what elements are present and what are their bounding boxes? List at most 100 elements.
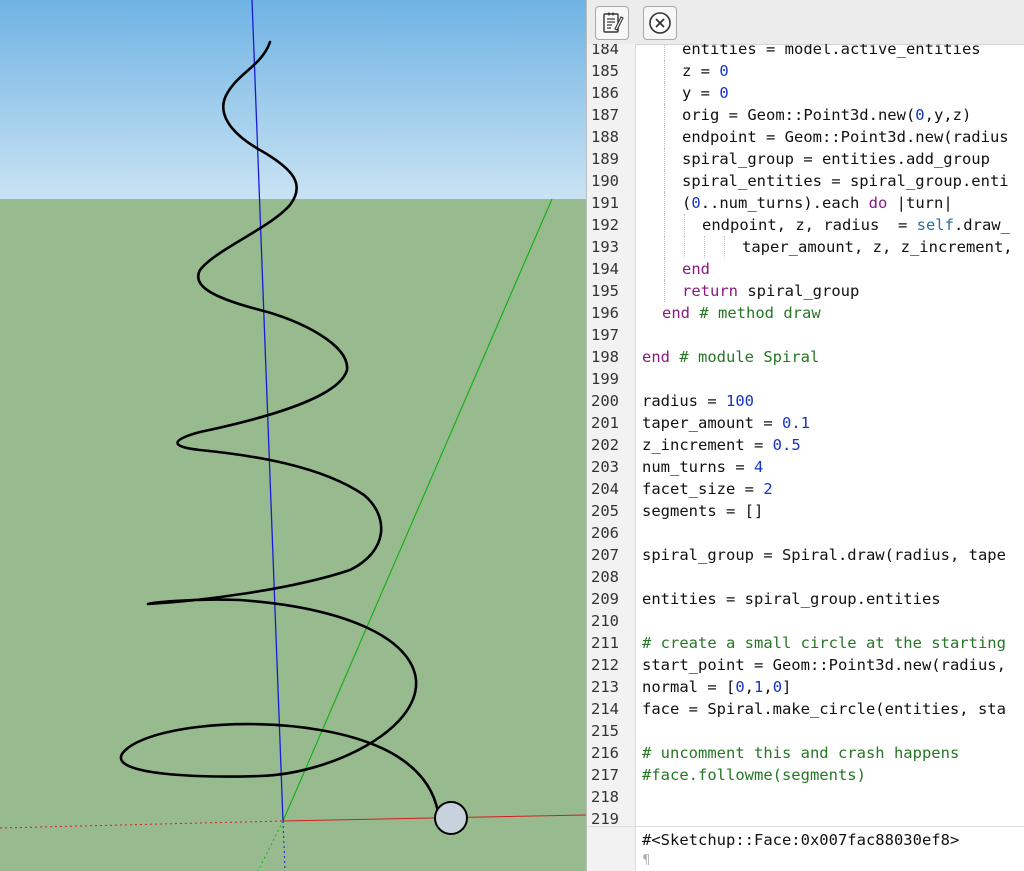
- code-line[interactable]: segments = []: [642, 500, 763, 522]
- line-number: 196: [591, 304, 619, 322]
- code-token: start_point = Geom::Point3d.new(radius,: [642, 656, 1006, 674]
- code-token: endpoint = Geom::Point3d.new(radius: [682, 128, 1009, 146]
- line-number: 190: [591, 172, 619, 190]
- start-circle-face[interactable]: [434, 801, 468, 835]
- indent-guide: [704, 236, 705, 258]
- code-line[interactable]: # create a small circle at the starting: [642, 632, 1006, 654]
- code-token: spiral_entities = spiral_group.enti: [682, 172, 1009, 190]
- code-token: spiral_group = Spiral.draw(radius, tape: [642, 546, 1006, 564]
- code-token: 0: [691, 194, 701, 212]
- code-token: (: [682, 194, 692, 212]
- code-line[interactable]: spiral_group = entities.add_group: [682, 148, 990, 170]
- code-line[interactable]: endpoint, z, radius = self.draw_: [702, 214, 1010, 236]
- code-token: end: [662, 304, 690, 322]
- indent-guide: [664, 126, 665, 148]
- code-token: #face.followme(segments): [642, 766, 866, 784]
- indent-guide: [664, 44, 665, 60]
- close-circle-icon: [649, 12, 671, 34]
- code-token: 0: [719, 84, 729, 102]
- line-number: 192: [591, 216, 619, 234]
- line-number: 191: [591, 194, 619, 212]
- code-token: do: [868, 194, 888, 212]
- code-line[interactable]: #face.followme(segments): [642, 764, 866, 786]
- line-number: 217: [591, 766, 619, 784]
- code-token: orig = Geom::Point3d.new(: [682, 106, 916, 124]
- code-token: 0.5: [772, 436, 801, 454]
- code-token: self: [916, 216, 954, 234]
- code-token: taper_amount, z, z_increment,: [742, 238, 1013, 256]
- code-line[interactable]: radius = 100: [642, 390, 754, 412]
- line-number: 194: [591, 260, 619, 278]
- line-number: 193: [591, 238, 619, 256]
- code-line[interactable]: start_point = Geom::Point3d.new(radius,: [642, 654, 1006, 676]
- code-token: radius =: [642, 392, 726, 410]
- code-line[interactable]: entities = model.active_entities: [682, 44, 981, 60]
- code-token: y =: [682, 84, 720, 102]
- code-line[interactable]: end # method draw: [662, 302, 821, 324]
- code-token: # create a small circle at the starting: [642, 634, 1006, 652]
- code-line[interactable]: face = Spiral.make_circle(entities, sta: [642, 698, 1006, 720]
- line-number: 204: [591, 480, 619, 498]
- line-number: 199: [591, 370, 619, 388]
- code-token: endpoint, z, radius =: [702, 216, 917, 234]
- code-token: spiral_group: [738, 282, 860, 300]
- line-number: 208: [591, 568, 619, 586]
- code-line[interactable]: normal = [0,1,0]: [642, 676, 791, 698]
- code-line[interactable]: facet_size = 2: [642, 478, 773, 500]
- code-line[interactable]: y = 0: [682, 82, 729, 104]
- edit-button[interactable]: [595, 6, 629, 40]
- code-token: z_increment =: [642, 436, 773, 454]
- code-token: ,: [763, 678, 773, 696]
- code-line[interactable]: num_turns = 4: [642, 456, 763, 478]
- code-line[interactable]: end: [682, 258, 710, 280]
- line-number: 214: [591, 700, 619, 718]
- output-gutter: [587, 827, 636, 871]
- line-number: 188: [591, 128, 619, 146]
- code-line[interactable]: taper_amount, z, z_increment,: [742, 236, 1013, 258]
- code-line[interactable]: spiral_group = Spiral.draw(radius, tape: [642, 544, 1006, 566]
- code-token: 0: [915, 106, 925, 124]
- indent-guide: [684, 236, 685, 258]
- code-token: 2: [763, 480, 773, 498]
- code-line[interactable]: spiral_entities = spiral_group.enti: [682, 170, 1009, 192]
- line-number: 218: [591, 788, 619, 806]
- code-editor[interactable]: 184 185 186 187 188 189 190 191 192 193 194 195 196 1…: [587, 44, 1024, 826]
- code-token: ]: [782, 678, 792, 696]
- code-token: taper_amount =: [642, 414, 782, 432]
- line-number: 207: [591, 546, 619, 564]
- code-token: 0: [719, 62, 729, 80]
- model-canvas[interactable]: [0, 0, 586, 871]
- code-token: facet_size =: [642, 480, 764, 498]
- code-token: # module Spiral: [670, 348, 820, 366]
- line-number: 203: [591, 458, 619, 476]
- sketchup-viewport[interactable]: [0, 0, 586, 871]
- code-line[interactable]: orig = Geom::Point3d.new(0,y,z): [682, 104, 971, 126]
- indent-guide: [664, 148, 665, 170]
- line-number: 187: [591, 106, 619, 124]
- ground: [0, 199, 586, 871]
- line-number: 202: [591, 436, 619, 454]
- code-line[interactable]: z = 0: [682, 60, 729, 82]
- line-number-gutter: 184 185 186 187 188 189 190 191 192 193 194 195 196 1…: [587, 44, 636, 826]
- code-line[interactable]: end # module Spiral: [642, 346, 819, 368]
- code-line[interactable]: # uncomment this and crash happens: [642, 742, 959, 764]
- code-line[interactable]: return spiral_group: [682, 280, 859, 302]
- indent-guide: [664, 192, 665, 214]
- line-number: 209: [591, 590, 619, 608]
- code-token: 4: [753, 458, 764, 476]
- code-line[interactable]: taper_amount = 0.1: [642, 412, 810, 434]
- code-line[interactable]: entities = spiral_group.entities: [642, 588, 941, 610]
- notepad-edit-icon: [603, 12, 624, 33]
- clear-button[interactable]: [643, 6, 677, 40]
- console-output: #<Sketchup::Face:0x007fac88030ef8> ¶: [587, 826, 1024, 871]
- line-number: 205: [591, 502, 619, 520]
- indent-guide: [664, 280, 665, 302]
- code-line[interactable]: z_increment = 0.5: [642, 434, 801, 456]
- code-token: # uncomment this and crash happens: [642, 744, 960, 762]
- code-line[interactable]: (0..num_turns).each do |turn|: [682, 192, 953, 214]
- code-line[interactable]: endpoint = Geom::Point3d.new(radius: [682, 126, 1009, 148]
- indent-guide: [664, 104, 665, 126]
- line-number: 216: [591, 744, 619, 762]
- line-number: 195: [591, 282, 619, 300]
- line-number: 206: [591, 524, 619, 542]
